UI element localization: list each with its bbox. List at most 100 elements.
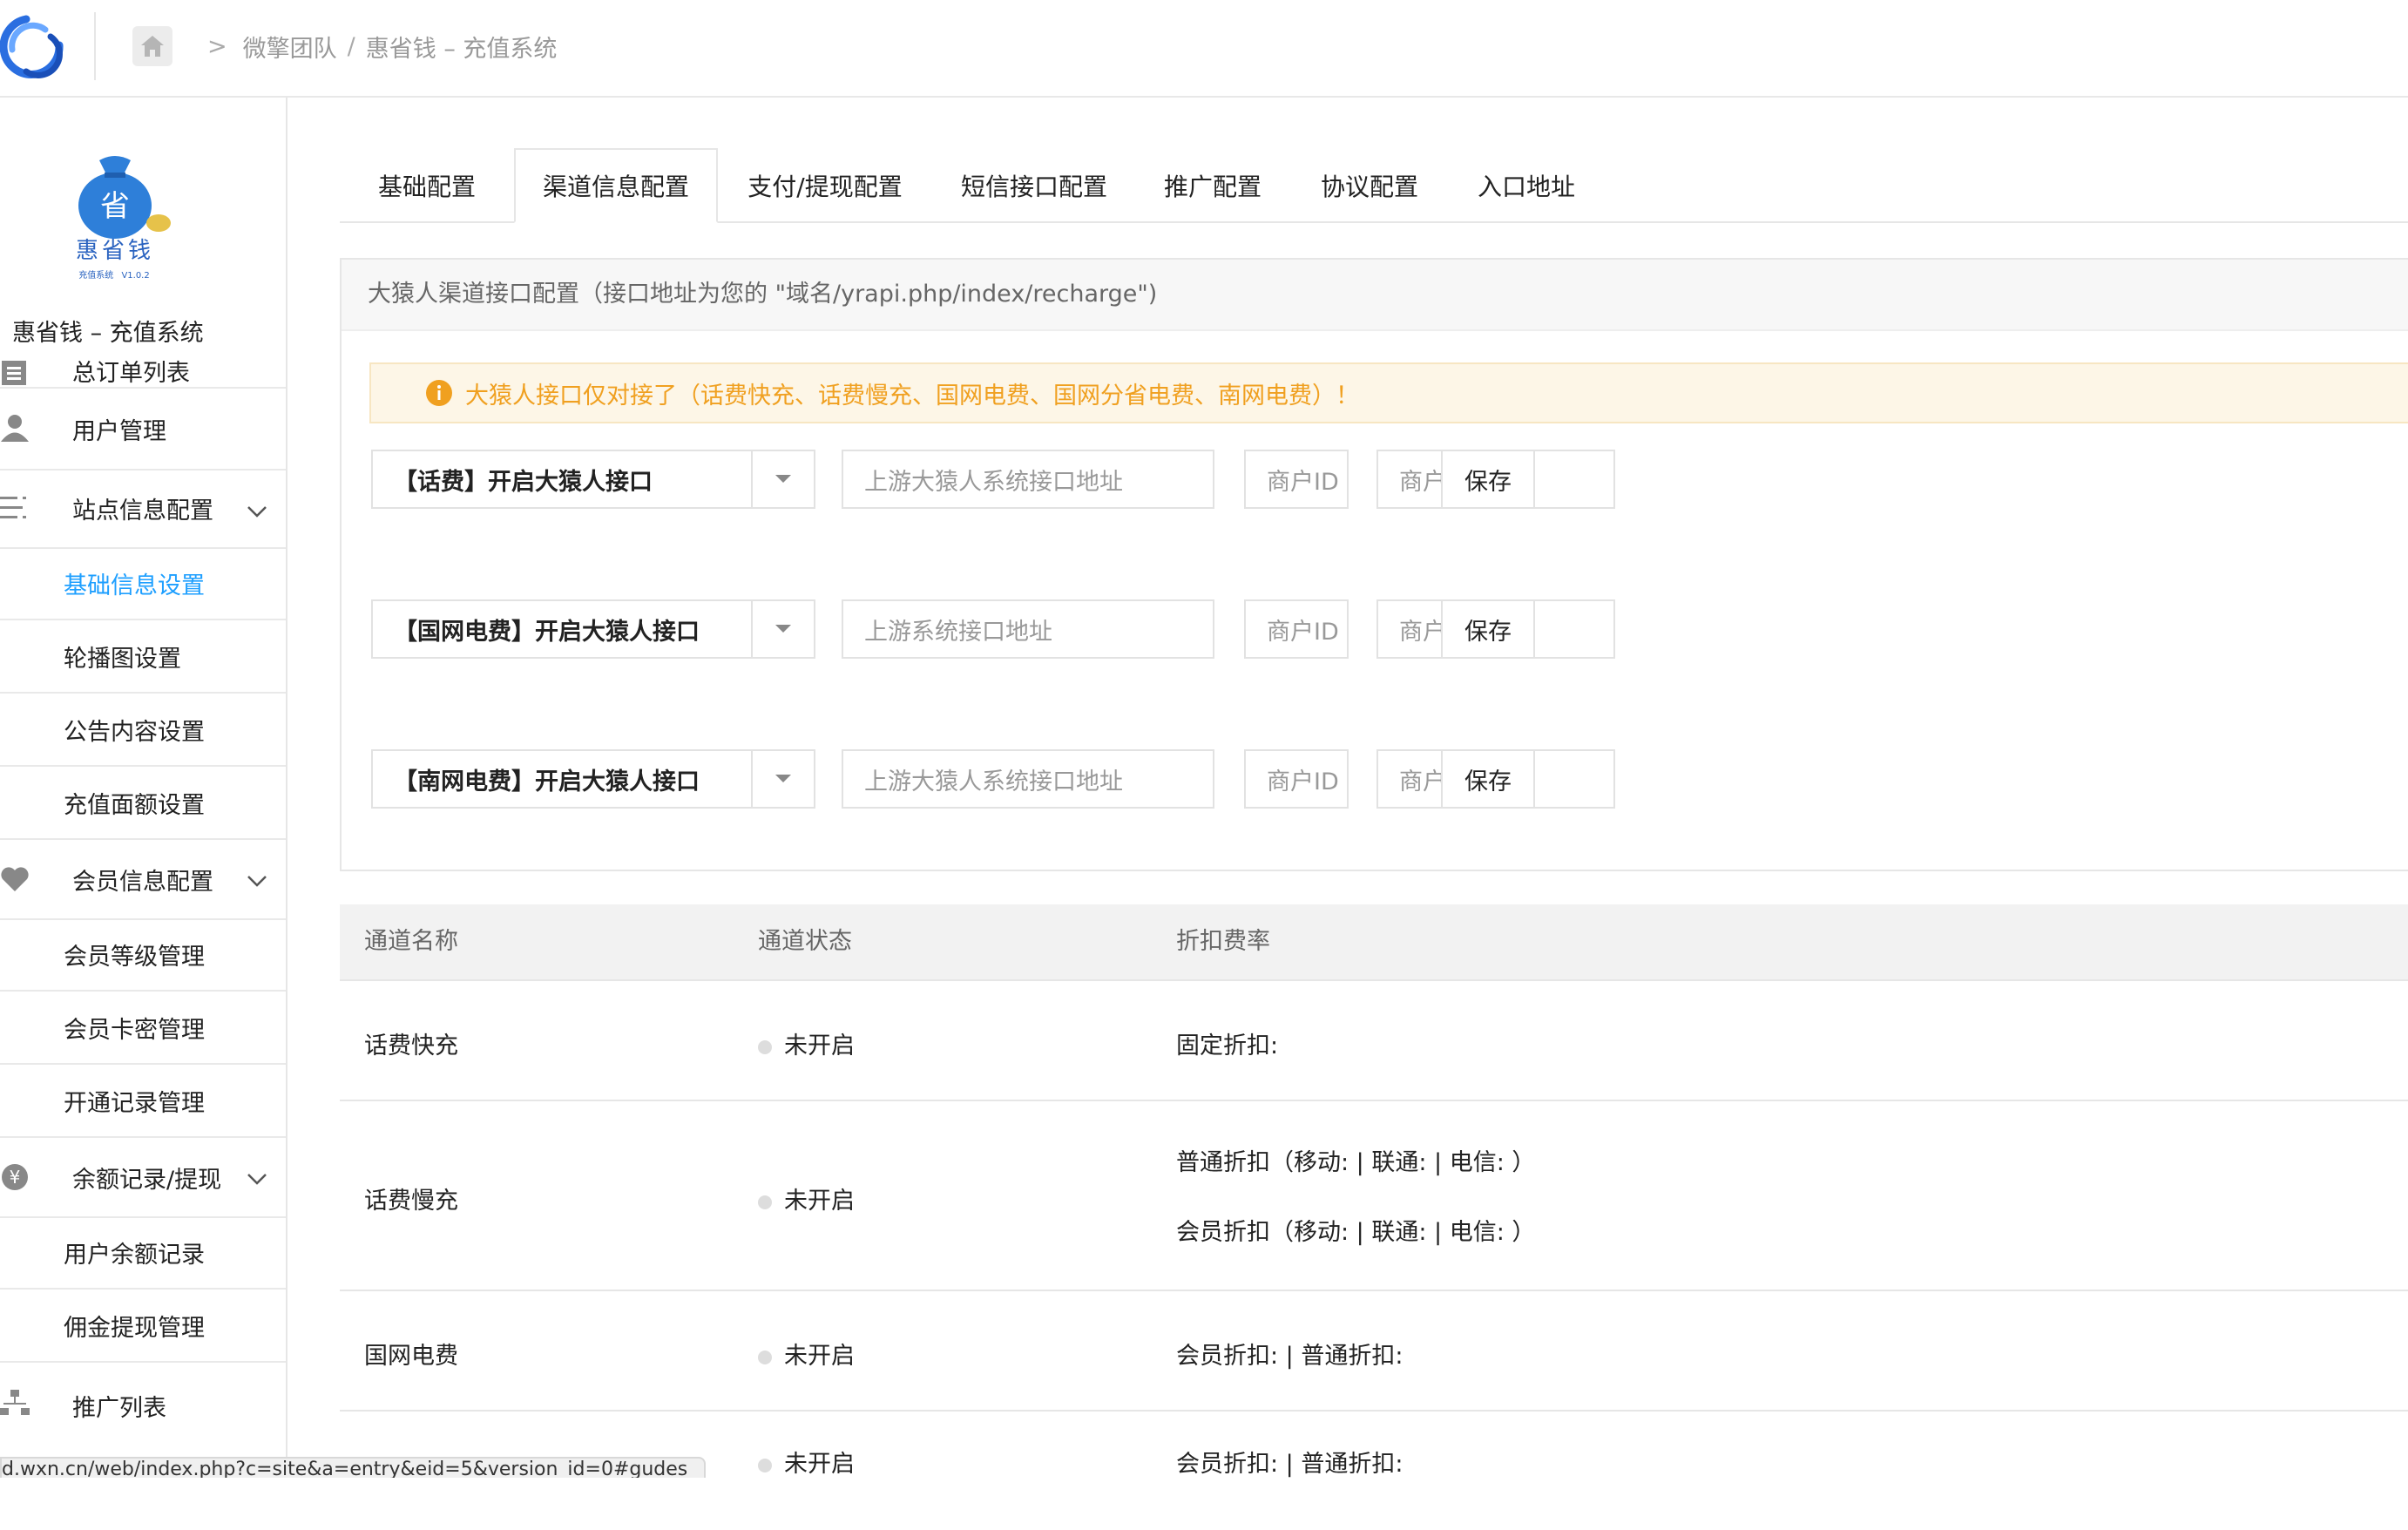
sidebar-item-notice[interactable]: 公告内容设置	[0, 694, 286, 767]
dropdown-button[interactable]	[751, 601, 814, 657]
heart-icon	[1, 867, 29, 891]
save-button[interactable]: 保存	[1441, 749, 1535, 809]
sidebar-item-member-config[interactable]: 会员信息配置	[0, 840, 286, 920]
notice-text: 大猿人接口仅对接了（话费快充、话费慢充、国网电费、国网分省电费、南网电费）！	[465, 382, 1359, 410]
sidebar-item-user-balance[interactable]: 用户余额记录	[0, 1216, 286, 1290]
sidebar-item-label: 轮播图设置	[64, 645, 181, 673]
status-text: 未开启	[784, 1188, 855, 1215]
svg-text:¥: ¥	[10, 1167, 21, 1188]
app-logo-icon[interactable]	[0, 10, 65, 85]
sidebar-item-basic-info[interactable]: 基础信息设置	[0, 547, 286, 620]
breadcrumb-separator: /	[347, 32, 355, 60]
breadcrumb-item-team[interactable]: 微擎团队	[243, 30, 337, 64]
tab-agreement-config[interactable]: 协议配置	[1291, 150, 1448, 221]
tab-promotion-config[interactable]: 推广配置	[1134, 150, 1291, 221]
brand-tagline-text: 充值系统	[78, 271, 114, 281]
status-dot	[758, 1039, 772, 1054]
sidebar: 省 惠省钱 充值系统 V1.0.2 惠省钱 – 充值系统 总订单列表 用户管理 …	[0, 98, 287, 1472]
brand-logo: 省	[78, 156, 171, 239]
sidebar-item-carousel[interactable]: 轮播图设置	[0, 620, 286, 694]
caret-down-icon	[775, 775, 791, 782]
channel-status: 未开启	[758, 1337, 855, 1371]
channel-name: 国网电费	[364, 1343, 458, 1370]
panel-title: 大猿人渠道接口配置（接口地址为您的 "域名/yrapi.php/index/re…	[342, 260, 2408, 331]
dropdown-button[interactable]	[751, 451, 814, 507]
select-value: 【南网电费】开启大猿人接口	[394, 768, 700, 795]
channel-rate: 会员折扣: | 普通折扣:	[1176, 1451, 1404, 1478]
sidebar-item-recharge-amount[interactable]: 充值面额设置	[0, 767, 286, 840]
chevron-right-icon: >	[207, 32, 227, 60]
home-button[interactable]	[132, 26, 172, 66]
sidebar-item-users[interactable]: 用户管理	[0, 389, 286, 471]
config-row-phone: 【话费】开启大猿人接口 上游大猿人系统接口地址 商户ID 商户秘钥 保存	[342, 450, 2408, 509]
config-row-southern-grid: 【南网电费】开启大猿人接口 上游大猿人系统接口地址 商户ID 商户秘钥 保存	[342, 749, 2408, 809]
sidebar-item-label: 佣金提现管理	[64, 1314, 205, 1342]
channel-name: 话费快充	[364, 1032, 458, 1059]
select-value: 【话费】开启大猿人接口	[394, 468, 653, 496]
sidebar-item-member-levels[interactable]: 会员等级管理	[0, 918, 286, 992]
save-button[interactable]: 保存	[1441, 450, 1535, 509]
merchant-id-input[interactable]: 商户ID	[1244, 450, 1349, 509]
sidebar-item-label: 推广列表	[72, 1395, 166, 1422]
status-text: 未开启	[784, 1451, 855, 1478]
dropdown-button[interactable]	[751, 751, 814, 807]
channel-status: 未开启	[758, 1445, 855, 1479]
brand-block: 省 惠省钱 充值系统 V1.0.2 惠省钱 – 充值系统	[0, 98, 286, 359]
merchant-id-input[interactable]: 商户ID	[1244, 749, 1349, 809]
upstream-url-input[interactable]: 上游大猿人系统接口地址	[842, 749, 1214, 809]
sidebar-item-label: 用户管理	[72, 417, 166, 445]
sidebar-item-label: 余额记录/提现	[72, 1166, 222, 1194]
merchant-id-input[interactable]: 商户ID	[1244, 599, 1349, 659]
channel-status: 未开启	[758, 1181, 855, 1215]
status-dot	[758, 1195, 772, 1209]
sidebar-item-promotion[interactable]: 推广列表	[0, 1363, 286, 1441]
sidebar-item-balance[interactable]: ¥ 余额记录/提现	[0, 1138, 286, 1218]
status-text: 未开启	[784, 1032, 855, 1059]
sidebar-item-label: 会员等级管理	[64, 943, 205, 971]
upstream-url-input[interactable]: 上游大猿人系统接口地址	[842, 450, 1214, 509]
phone-channel-select[interactable]: 【话费】开启大猿人接口	[371, 450, 815, 509]
state-grid-channel-select[interactable]: 【国网电费】开启大猿人接口	[371, 599, 815, 659]
sidebar-item-orders[interactable]: 总订单列表	[0, 359, 286, 389]
table-row: 国网电费 未开启 会员折扣: | 普通折扣:	[340, 1291, 2408, 1412]
sidebar-item-member-cards[interactable]: 会员卡密管理	[0, 992, 286, 1065]
breadcrumb: > 微擎团队 / 惠省钱 – 充值系统	[192, 26, 557, 66]
tab-sms-config[interactable]: 短信接口配置	[934, 150, 1134, 221]
user-icon	[1, 415, 29, 442]
channel-rate: 固定折扣:	[1176, 1032, 1279, 1059]
breadcrumb-item-app[interactable]: 惠省钱 – 充值系统	[366, 30, 558, 64]
config-row-state-grid: 【国网电费】开启大猿人接口 上游系统接口地址 商户ID 商户秘钥 保存	[342, 599, 2408, 659]
save-button[interactable]: 保存	[1441, 599, 1535, 659]
sidebar-item-site-config[interactable]: 站点信息配置	[0, 469, 286, 549]
input-placeholder: 上游系统接口地址	[864, 618, 1052, 646]
home-icon	[141, 36, 164, 57]
menu-icon	[0, 497, 26, 518]
brand-tagline: 充值系统 V1.0.2	[66, 267, 162, 281]
column-header-name: 通道名称	[364, 928, 458, 955]
sidebar-item-label: 总订单列表	[72, 360, 190, 387]
sitemap-icon	[0, 1390, 30, 1415]
info-icon	[426, 380, 452, 406]
upstream-url-input[interactable]: 上游系统接口地址	[842, 599, 1214, 659]
channel-status: 未开启	[758, 1026, 855, 1060]
column-header-status: 通道状态	[758, 928, 852, 955]
tab-channel-config[interactable]: 渠道信息配置	[514, 148, 718, 223]
table-row: 话费慢充 未开启 普通折扣（移动: | 联通: | 电信: ） 会员折扣（移动:…	[340, 1101, 2408, 1291]
southern-grid-channel-select[interactable]: 【南网电费】开启大猿人接口	[371, 749, 815, 809]
sidebar-item-label: 用户余额记录	[64, 1241, 205, 1269]
sidebar-item-label: 基础信息设置	[64, 572, 205, 599]
input-placeholder: 上游大猿人系统接口地址	[864, 468, 1123, 496]
sidebar-item-label: 会员信息配置	[72, 868, 213, 896]
sidebar-item-commission[interactable]: 佣金提现管理	[0, 1290, 286, 1363]
table-header: 通道名称 通道状态 折扣费率	[340, 904, 2408, 981]
input-placeholder: 上游大猿人系统接口地址	[864, 768, 1123, 795]
brand-version: V1.0.2	[121, 271, 150, 281]
sidebar-item-open-records[interactable]: 开通记录管理	[0, 1065, 286, 1138]
channel-rate-normal: 普通折扣（移动: | 联通: | 电信: ）	[1176, 1149, 1536, 1176]
tab-entry-url[interactable]: 入口地址	[1448, 150, 1605, 221]
column-header-rate: 折扣费率	[1176, 928, 1270, 955]
tab-payment-config[interactable]: 支付/提现配置	[716, 150, 934, 221]
tab-basic-config[interactable]: 基础配置	[340, 150, 514, 221]
status-dot	[758, 1350, 772, 1364]
channel-config-panel: 大猿人渠道接口配置（接口地址为您的 "域名/yrapi.php/index/re…	[340, 258, 2408, 871]
